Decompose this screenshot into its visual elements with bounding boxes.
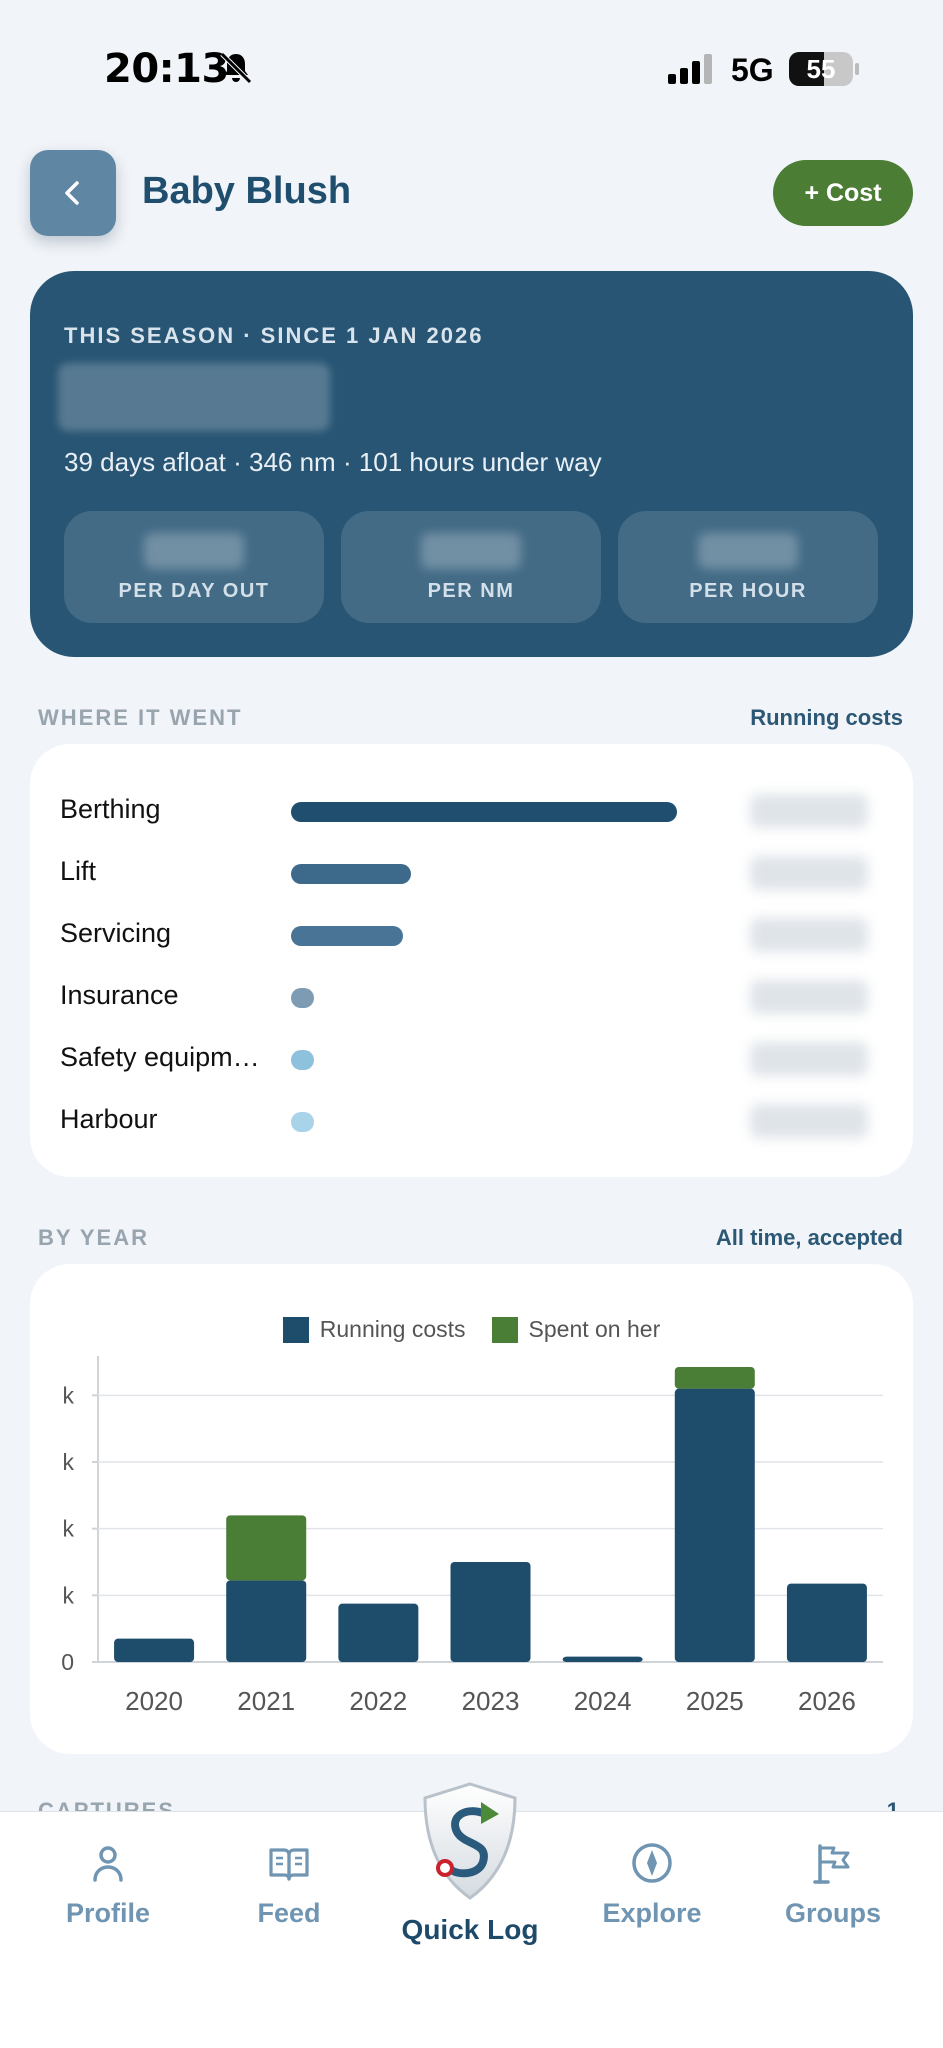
y-tick-label: k <box>63 1516 75 1542</box>
breakdown-label: Servicing <box>60 918 172 948</box>
metric-value-redacted <box>421 533 521 569</box>
tab-label: Feed <box>257 1898 321 1928</box>
back-button[interactable] <box>30 150 116 236</box>
by-year-heading: BY YEAR <box>38 1225 150 1250</box>
by-year-bar-chart: 0 k k k k 2020 2021 2022 2023 2024 2025 2026 <box>61 1356 883 1716</box>
y-tick-label: k <box>63 1382 75 1408</box>
running-costs-filter[interactable]: Running costs <box>750 705 903 731</box>
battery-percent: 55 <box>806 54 836 84</box>
bar-running-costs <box>114 1638 195 1662</box>
bar-running-costs <box>786 1583 867 1662</box>
breakdown-label: Insurance <box>60 980 179 1010</box>
bar-running-costs <box>226 1580 307 1662</box>
person-icon <box>93 1846 123 1882</box>
season-summary: 39 days afloat · 346 nm · 101 hours unde… <box>64 447 602 477</box>
tab-label: Explore <box>602 1898 702 1928</box>
page-title: Baby Blush <box>142 170 352 212</box>
status-bar: 20:13 5G 55 <box>0 0 943 140</box>
y-tick-label: k <box>63 1449 75 1475</box>
breakdown-row[interactable]: Safety equipm… <box>30 1038 913 1078</box>
breakdown-amount-redacted <box>750 918 868 952</box>
bar-running-costs <box>450 1562 531 1662</box>
breakdown-amount-redacted <box>750 856 868 890</box>
x-tick-label: 2023 <box>462 1686 520 1716</box>
tab-explore[interactable]: Explore <box>577 1842 727 1942</box>
shield-route-icon <box>423 1782 517 1900</box>
battery-nub <box>855 63 859 75</box>
breakdown-label: Lift <box>60 856 97 886</box>
x-tick-label: 2021 <box>237 1686 295 1716</box>
metric-value-redacted <box>698 533 798 569</box>
breakdown-bar <box>291 1050 315 1070</box>
by-year-chart-card: Running costs Spent on her 0 k k k k 2020 2021… <box>30 1264 913 1754</box>
y-tick-label: k <box>63 1582 75 1608</box>
all-time-filter[interactable]: All time, accepted <box>716 1225 903 1251</box>
bar-running-costs <box>338 1603 419 1662</box>
breakdown-row[interactable]: Berthing <box>30 790 913 830</box>
breakdown-bar <box>291 864 411 884</box>
tab-label: Profile <box>65 1898 151 1928</box>
breakdown-bar <box>291 802 677 822</box>
metric-label: PER NM <box>427 580 515 602</box>
x-tick-label: 2020 <box>125 1686 183 1716</box>
compass-icon <box>632 1843 672 1883</box>
season-total-redacted <box>58 363 330 431</box>
x-tick-label: 2025 <box>686 1686 744 1716</box>
season-summary-card: THIS SEASON · SINCE 1 JAN 2026 39 days a… <box>30 271 913 657</box>
network-label: 5G <box>731 52 774 88</box>
bar-spent-on-her <box>226 1515 307 1581</box>
x-tick-label: 2024 <box>574 1686 632 1716</box>
status-time: 20:13 <box>104 46 229 92</box>
breakdown-amount-redacted <box>750 980 868 1014</box>
tab-feed[interactable]: Feed <box>214 1842 364 1942</box>
breakdown-row[interactable]: Insurance <box>30 976 913 1016</box>
season-label: THIS SEASON · SINCE 1 JAN 2026 <box>64 323 484 348</box>
breakdown-row[interactable]: Servicing <box>30 914 913 954</box>
tab-quick-log[interactable]: Quick Log <box>395 1780 545 1950</box>
tab-label: Quick Log <box>401 1914 539 1945</box>
cost-breakdown-card: Berthing Lift Servicing Insurance Safety… <box>30 744 913 1177</box>
add-cost-button[interactable]: + Cost <box>773 160 913 226</box>
chevron-left-icon <box>65 181 79 205</box>
x-tick-label: 2022 <box>349 1686 407 1716</box>
book-icon <box>269 1848 309 1881</box>
metric-value-redacted <box>144 533 244 569</box>
metric-label: PER HOUR <box>689 580 807 602</box>
flag-icon <box>813 1844 850 1884</box>
breakdown-bar <box>291 926 403 946</box>
cellular-signal-icon <box>668 54 712 84</box>
where-it-went-heading: WHERE IT WENT <box>38 705 243 730</box>
breakdown-label: Safety equipm… <box>60 1042 260 1072</box>
y-tick-label: 0 <box>61 1649 74 1675</box>
bar-running-costs <box>562 1656 643 1662</box>
metric-per-hour: PER HOUR <box>618 511 878 623</box>
breakdown-amount-redacted <box>750 1042 868 1076</box>
breakdown-bar <box>291 1112 315 1132</box>
tab-groups[interactable]: Groups <box>758 1842 908 1942</box>
breakdown-amount-redacted <box>750 1104 868 1138</box>
bell-slash-icon <box>220 52 252 84</box>
bar-spent-on-her <box>674 1367 755 1389</box>
breakdown-label: Berthing <box>60 794 161 824</box>
bar-running-costs <box>674 1388 755 1662</box>
metric-per-day-out: PER DAY OUT <box>64 511 324 623</box>
breakdown-bar <box>291 988 315 1008</box>
metric-label: PER DAY OUT <box>118 580 270 602</box>
x-tick-label: 2026 <box>798 1686 856 1716</box>
tab-label: Groups <box>784 1898 881 1928</box>
breakdown-row[interactable]: Lift <box>30 852 913 892</box>
breakdown-label: Harbour <box>60 1104 158 1134</box>
breakdown-row[interactable]: Harbour <box>30 1100 913 1140</box>
breakdown-amount-redacted <box>750 794 868 828</box>
battery-icon: 55 <box>789 52 853 86</box>
metric-per-nm: PER NM <box>341 511 601 623</box>
tab-profile[interactable]: Profile <box>33 1842 183 1942</box>
